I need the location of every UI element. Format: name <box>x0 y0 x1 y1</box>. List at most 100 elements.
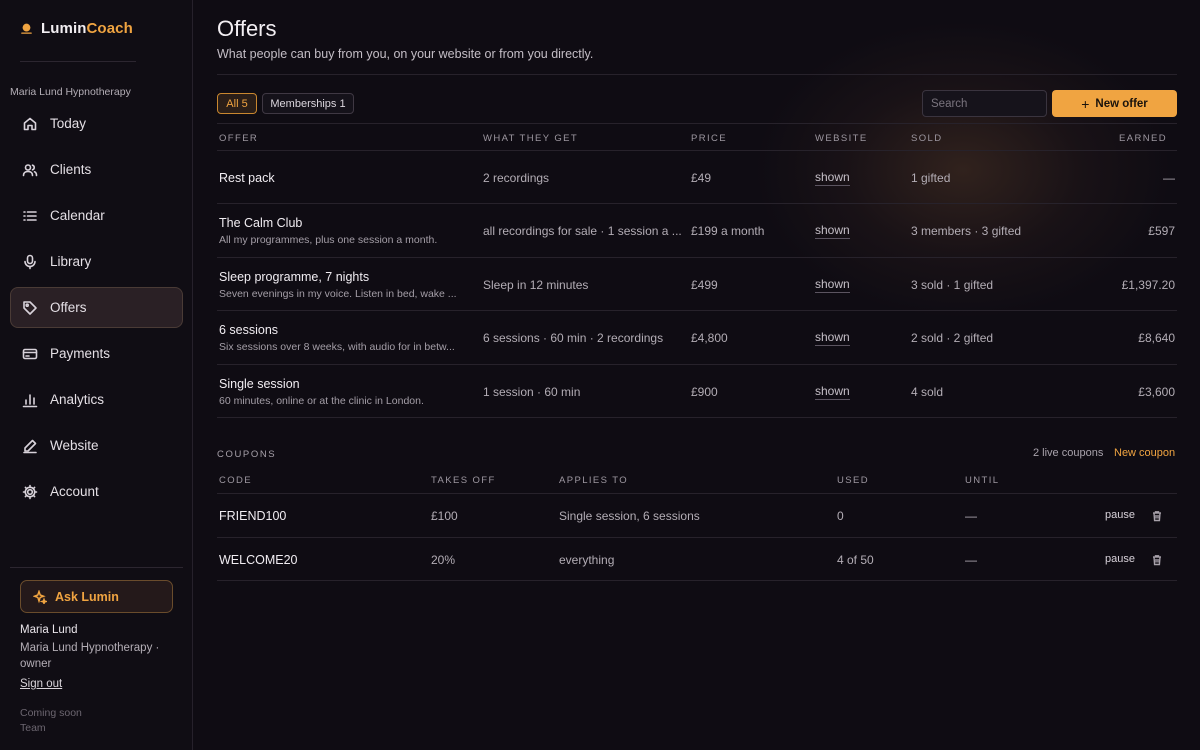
bar-chart-icon <box>22 393 38 407</box>
coupon-code: FRIEND100 <box>219 509 287 523</box>
sidebar-item-label: Payments <box>50 346 111 361</box>
sidebar-item-label: Account <box>50 484 99 499</box>
coupon-row[interactable]: FRIEND100 £100 Single session, 6 session… <box>217 494 1177 538</box>
website-visibility-toggle[interactable]: shown <box>815 330 850 347</box>
users-icon <box>22 163 38 176</box>
sidebar: LuminCoach Maria Lund Hypnotherapy Today… <box>0 0 193 750</box>
brand-name-part2: Coach <box>86 20 133 37</box>
sidebar-item-label: Library <box>50 254 92 269</box>
sidebar-item-offers[interactable]: Offers <box>10 287 183 328</box>
offer-sold: 3 members · 3 gifted <box>911 224 1022 239</box>
header-divider <box>217 74 1177 75</box>
filter-memberships-chip[interactable]: Memberships 1 <box>262 93 354 114</box>
offer-earned: £8,640 <box>1138 331 1175 346</box>
new-offer-label: New offer <box>1095 97 1148 110</box>
page-subtitle: What people can buy from you, on your we… <box>217 47 594 61</box>
pause-coupon-button[interactable]: pause <box>1105 509 1135 521</box>
column-header-what-they-get[interactable]: WHAT THEY GET <box>483 133 578 144</box>
column-header-website[interactable]: WEBSITE <box>815 133 868 144</box>
coupon-applies-to: Single session, 6 sessions <box>559 509 700 523</box>
sidebar-item-today[interactable]: Today <box>10 103 183 144</box>
column-header-sold[interactable]: SOLD <box>911 133 942 144</box>
column-header-price[interactable]: PRICE <box>691 133 727 144</box>
new-coupon-link[interactable]: New coupon <box>1114 447 1175 459</box>
sidebar-item-analytics[interactable]: Analytics <box>10 379 183 420</box>
offer-description: All my programmes, plus one session a mo… <box>219 234 438 247</box>
column-header-earned[interactable]: EARNED <box>1119 133 1167 144</box>
trash-icon[interactable] <box>1151 509 1163 522</box>
column-header-used[interactable]: USED <box>837 475 869 486</box>
ask-lumin-label: Ask Lumin <box>55 589 119 604</box>
offer-name[interactable]: Sleep programme, 7 nights <box>219 270 369 284</box>
column-header-code[interactable]: CODE <box>219 475 252 486</box>
offer-name[interactable]: Rest pack <box>219 171 275 185</box>
offer-sold: 4 sold <box>911 384 944 399</box>
sidebar-item-library[interactable]: Library <box>10 241 183 282</box>
offer-price: £199 a month <box>691 224 765 239</box>
website-visibility-toggle[interactable]: shown <box>815 223 850 240</box>
offer-name[interactable]: 6 sessions <box>219 323 278 337</box>
column-header-applies-to[interactable]: APPLIES TO <box>559 475 628 486</box>
sparkle-icon <box>33 589 47 604</box>
workspace-name: Maria Lund Hypnotherapy <box>10 86 131 98</box>
sidebar-item-label: Analytics <box>50 392 105 407</box>
table-row[interactable]: 6 sessions Six sessions over 8 weeks, wi… <box>217 311 1177 365</box>
offer-gets: 6 sessions · 60 min · 2 recordings <box>483 331 664 346</box>
offer-earned: £3,600 <box>1138 384 1175 399</box>
coupon-takes-off: 20% <box>431 552 456 567</box>
coupon-row[interactable]: WELCOME20 20% everything 4 of 50 — pause <box>217 538 1177 581</box>
sidebar-item-account[interactable]: Account <box>10 471 183 512</box>
column-header-takes-off[interactable]: TAKES OFF <box>431 475 496 486</box>
offer-price: £4,800 <box>691 331 728 346</box>
sidebar-nav: Today Clients Calendar Library Offers Pa… <box>10 103 183 517</box>
coupon-applies-to: everything <box>559 552 615 567</box>
coupon-used: 0 <box>837 509 844 523</box>
sign-out-link[interactable]: Sign out <box>20 678 62 690</box>
column-header-until[interactable]: UNTIL <box>965 475 999 486</box>
ask-lumin-button[interactable]: Ask Lumin <box>20 580 173 613</box>
offer-sold: 2 sold · 2 gifted <box>911 331 994 346</box>
sidebar-item-clients[interactable]: Clients <box>10 149 183 190</box>
search-input[interactable] <box>922 90 1047 117</box>
offer-sold: 1 gifted <box>911 171 951 185</box>
pause-coupon-button[interactable]: pause <box>1105 553 1135 565</box>
offer-name[interactable]: The Calm Club <box>219 216 302 230</box>
offer-gets: 1 session · 60 min <box>483 384 581 399</box>
table-row[interactable]: Sleep programme, 7 nights Seven evenings… <box>217 258 1177 312</box>
table-row[interactable]: Rest pack 2 recordings £49 shown 1 gifte… <box>217 151 1177 205</box>
table-row[interactable]: Single session 60 minutes, online or at … <box>217 365 1177 418</box>
coming-soon-label: Coming soon <box>20 707 82 719</box>
filter-all-chip[interactable]: All 5 <box>217 93 257 114</box>
app-root: LuminCoach Maria Lund Hypnotherapy Today… <box>0 0 1200 750</box>
offer-description: 60 minutes, online or at the clinic in L… <box>219 394 424 407</box>
sidebar-item-label: Offers <box>50 300 87 315</box>
new-offer-button[interactable]: + New offer <box>1052 90 1177 117</box>
offer-name[interactable]: Single session <box>219 377 300 391</box>
tag-icon <box>23 300 37 315</box>
website-visibility-toggle[interactable]: shown <box>815 170 850 186</box>
sidebar-item-label: Website <box>50 438 99 453</box>
table-row[interactable]: The Calm Club All my programmes, plus on… <box>217 204 1177 258</box>
sidebar-item-label: Clients <box>50 162 92 177</box>
brand-logo[interactable]: LuminCoach <box>20 20 133 37</box>
offer-earned: £597 <box>1148 224 1175 239</box>
coming-soon-section: Coming soon Team <box>20 706 82 736</box>
sidebar-item-payments[interactable]: Payments <box>10 333 183 374</box>
website-visibility-toggle[interactable]: shown <box>815 277 850 293</box>
offer-earned: — <box>1163 171 1175 185</box>
coupon-until: — <box>965 552 977 567</box>
trash-icon[interactable] <box>1151 553 1163 565</box>
user-name: Maria Lund <box>20 624 78 636</box>
coupon-code: WELCOME20 <box>219 552 298 567</box>
sidebar-item-calendar[interactable]: Calendar <box>10 195 183 236</box>
coupon-until: — <box>965 509 977 523</box>
list-icon <box>23 210 37 221</box>
offer-sold: 3 sold · 1 gifted <box>911 277 994 292</box>
microphone-icon <box>24 254 36 269</box>
offers-table: OFFER WHAT THEY GET PRICE WEBSITE SOLD E… <box>217 123 1177 418</box>
offer-gets: all recordings for sale · 1 session a ..… <box>483 224 682 239</box>
card-icon <box>22 348 38 359</box>
sidebar-item-website[interactable]: Website <box>10 425 183 466</box>
website-visibility-toggle[interactable]: shown <box>815 384 850 400</box>
column-header-offer[interactable]: OFFER <box>219 133 258 144</box>
